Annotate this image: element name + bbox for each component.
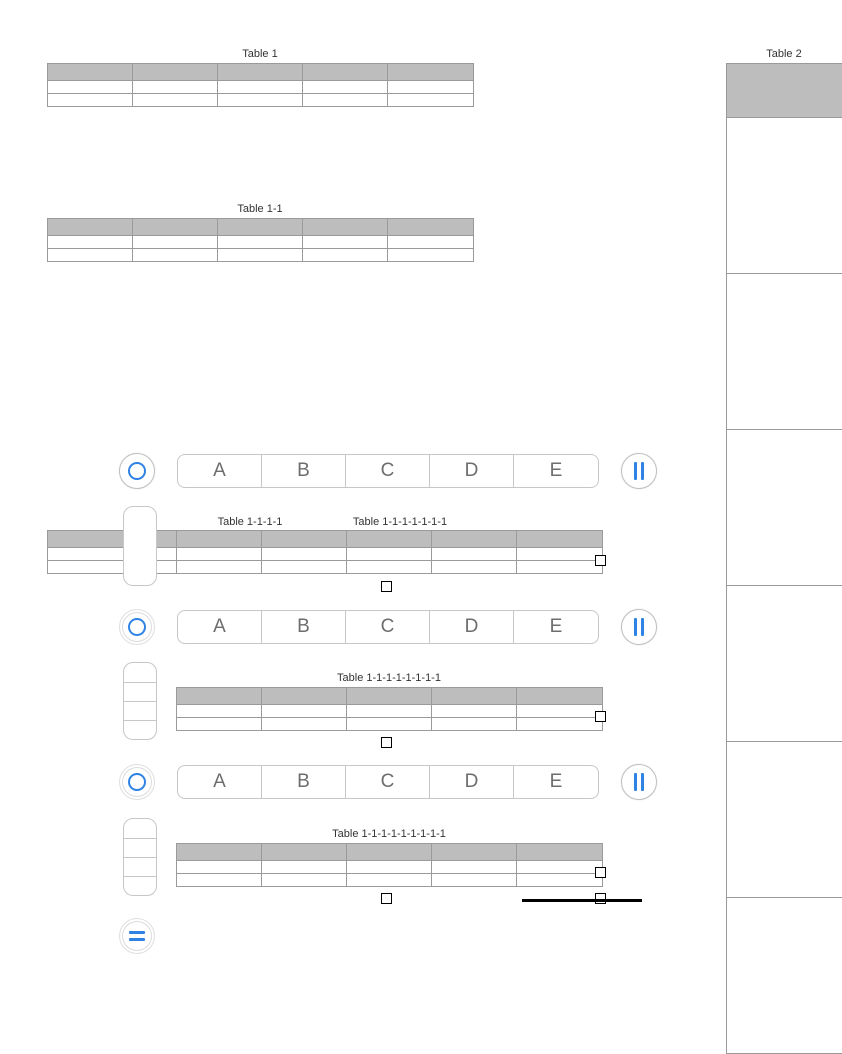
pause-button[interactable] (621, 609, 657, 645)
caption-table-1x8: Table 1-1-1-1-1-1-1-1-1 (176, 828, 602, 840)
circle-icon (128, 773, 146, 791)
table-1[interactable] (47, 63, 474, 107)
circle-icon (128, 618, 146, 636)
segment-c[interactable]: C (346, 455, 430, 487)
caption-table-2: Table 2 (726, 48, 842, 60)
pause-icon (634, 618, 644, 636)
segment-b[interactable]: B (262, 455, 346, 487)
equals-icon (129, 931, 145, 941)
resize-handle[interactable] (595, 867, 606, 878)
segment-c[interactable]: C (346, 611, 430, 643)
mini-list-1[interactable] (123, 506, 157, 586)
pause-button[interactable] (621, 453, 657, 489)
table-1x7[interactable] (176, 687, 603, 731)
segment-d[interactable]: D (430, 611, 514, 643)
segmented-row-1: A B C D E (119, 453, 657, 489)
resize-handle[interactable] (595, 711, 606, 722)
segment-e[interactable]: E (514, 766, 598, 798)
resize-handle[interactable] (595, 555, 606, 566)
caption-table-1: Table 1 (47, 48, 473, 60)
more-button[interactable] (119, 918, 155, 954)
pause-icon (634, 773, 644, 791)
segmented-row-3: A B C D E (119, 764, 657, 800)
segment-d[interactable]: D (430, 766, 514, 798)
caption-table-1x6: Table 1-1-1-1-1-1-1 (320, 516, 480, 528)
record-button[interactable] (119, 453, 155, 489)
segment-a[interactable]: A (178, 766, 262, 798)
segment-a[interactable]: A (178, 455, 262, 487)
segment-e[interactable]: E (514, 455, 598, 487)
segmented-row-2: A B C D E (119, 609, 657, 645)
record-button[interactable] (119, 609, 155, 645)
segment-c[interactable]: C (346, 766, 430, 798)
caption-table-1-1: Table 1-1 (47, 203, 473, 215)
resize-handle[interactable] (381, 893, 392, 904)
mini-list-3[interactable] (123, 818, 157, 896)
segmented-control-3[interactable]: A B C D E (177, 765, 599, 799)
caption-table-1-1-1-1: Table 1-1-1-1 (180, 516, 320, 528)
circle-icon (128, 462, 146, 480)
resize-handle[interactable] (381, 737, 392, 748)
record-button[interactable] (119, 764, 155, 800)
divider-line (522, 899, 642, 902)
table-2[interactable] (726, 63, 842, 1054)
segment-a[interactable]: A (178, 611, 262, 643)
segmented-control-2[interactable]: A B C D E (177, 610, 599, 644)
segmented-control-1[interactable]: A B C D E (177, 454, 599, 488)
mini-list-2[interactable] (123, 662, 157, 740)
segment-e[interactable]: E (514, 611, 598, 643)
table-1-1[interactable] (47, 218, 474, 262)
segment-b[interactable]: B (262, 611, 346, 643)
pause-icon (634, 462, 644, 480)
segment-b[interactable]: B (262, 766, 346, 798)
resize-handle[interactable] (381, 581, 392, 592)
table-1x8[interactable] (176, 843, 603, 887)
segment-d[interactable]: D (430, 455, 514, 487)
table-1x6[interactable] (176, 530, 603, 574)
pause-button[interactable] (621, 764, 657, 800)
caption-table-1x7: Table 1-1-1-1-1-1-1-1 (176, 672, 602, 684)
